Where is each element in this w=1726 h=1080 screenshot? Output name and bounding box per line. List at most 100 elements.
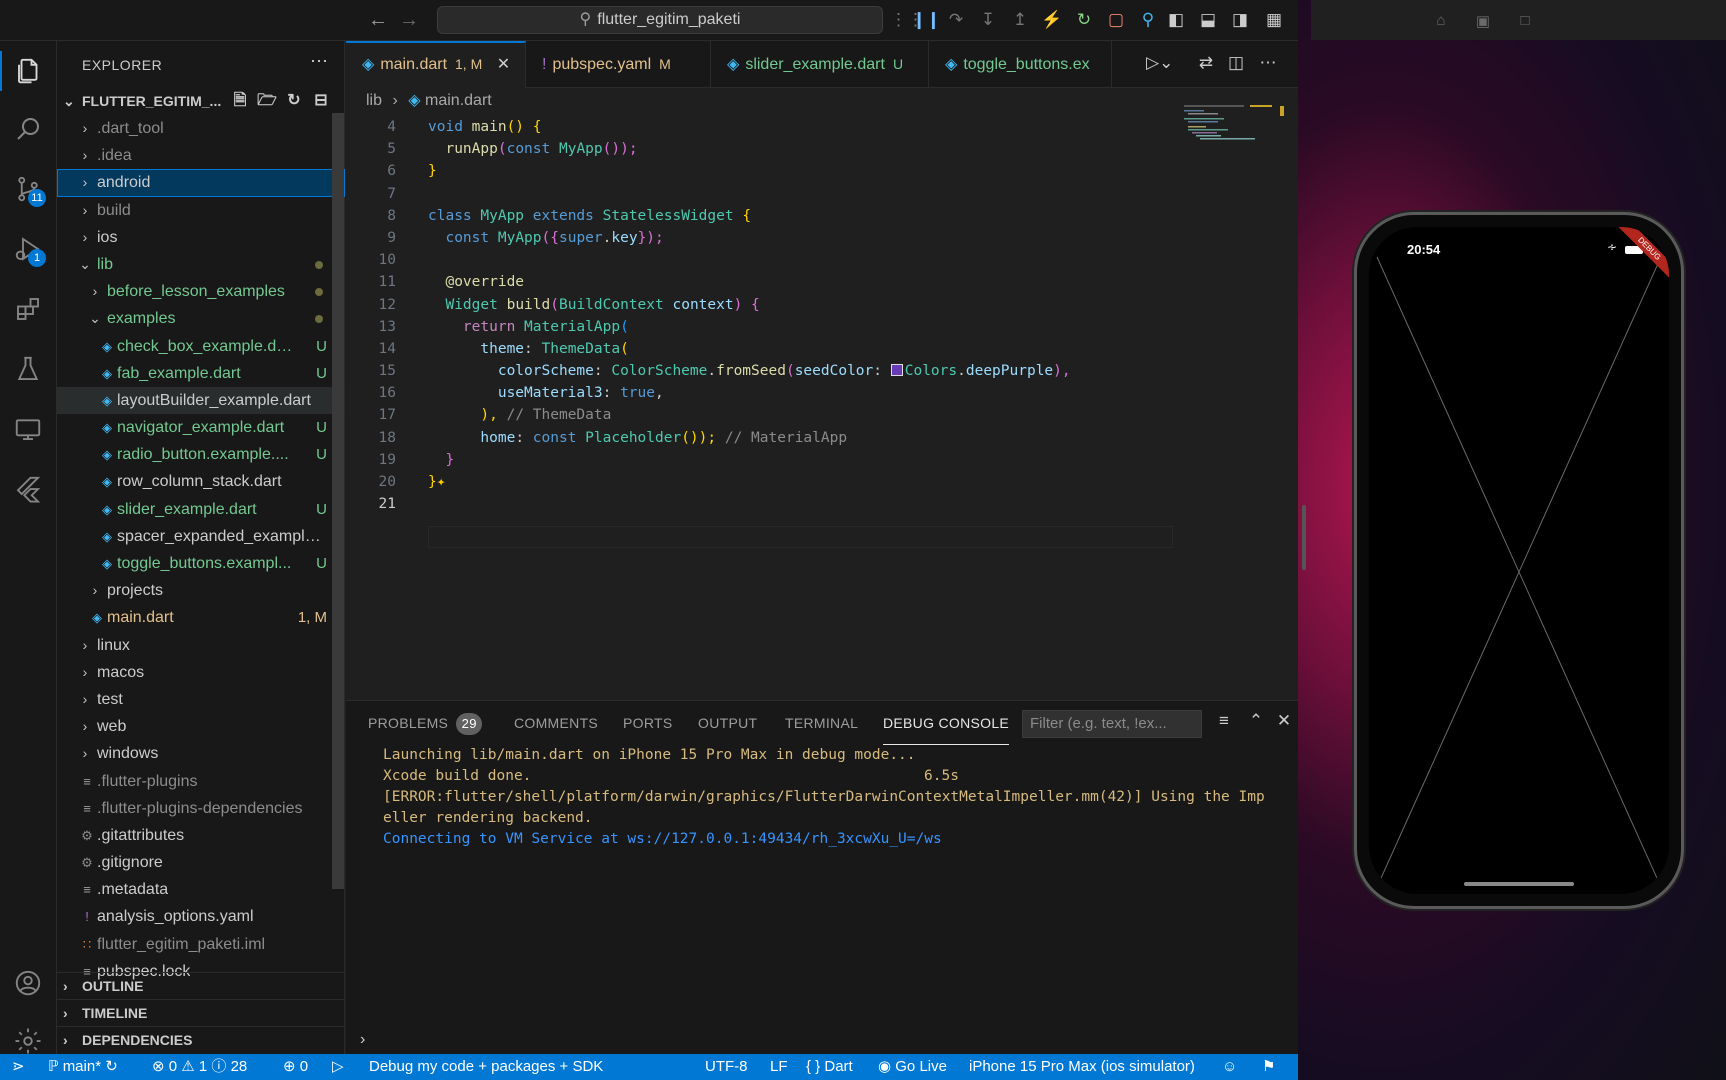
run-debug-icon[interactable]: 1 [8, 229, 48, 269]
rotate-icon[interactable]: □ [1515, 12, 1535, 32]
file-row[interactable]: ◈ slider_example.dart U [57, 496, 345, 523]
window-splitter-handle[interactable] [1302, 505, 1306, 570]
folder-row[interactable]: ⌄ examples [57, 305, 345, 332]
tab-debug-console[interactable]: DEBUG CONSOLE [883, 701, 1010, 745]
tab-comments[interactable]: COMMENTS [514, 701, 598, 745]
sparkle-icon[interactable]: ✦ [437, 474, 446, 490]
folder-row[interactable]: › linux [57, 632, 345, 659]
run-dropdown-icon[interactable]: ▷⌄ [1146, 53, 1173, 77]
tab-main-dart[interactable]: ◈ main.dart 1, M ✕ [346, 41, 526, 88]
remote-explorer-icon[interactable] [8, 409, 48, 449]
file-row[interactable]: ◈ toggle_buttons.exampl... U [57, 550, 345, 577]
folder-row[interactable]: › projects [57, 577, 345, 604]
devtools-icon[interactable]: ⚲ [1136, 8, 1160, 32]
back-arrow-icon[interactable]: ← [366, 8, 390, 32]
eol-status[interactable]: LF [770, 1054, 788, 1080]
step-over-icon[interactable]: ↷ [944, 8, 968, 32]
maximize-panel-icon[interactable]: ⌃ [1244, 711, 1268, 735]
home-indicator[interactable] [1464, 882, 1574, 886]
extensions-icon[interactable] [8, 289, 48, 329]
tab-terminal[interactable]: TERMINAL [785, 701, 858, 745]
file-row[interactable]: ◈ spacer_expanded_example.... [57, 523, 345, 550]
forward-arrow-icon[interactable]: → [397, 8, 421, 32]
copilot-icon[interactable]: ☺ [1222, 1054, 1237, 1080]
language-status[interactable]: { } Dart [806, 1054, 853, 1080]
ports-status[interactable]: ⊕ 0 [283, 1054, 308, 1080]
tab-output[interactable]: OUTPUT [698, 701, 757, 745]
folder-row[interactable]: › .dart_tool [57, 115, 345, 142]
clear-console-icon[interactable]: ≡ [1212, 711, 1236, 735]
restart-icon[interactable]: ↻ [1072, 8, 1096, 32]
file-row[interactable]: ◈ check_box_example.dart U [57, 333, 345, 360]
tab-toggle-buttons[interactable]: ◈ toggle_buttons.ex [929, 41, 1112, 88]
testing-icon[interactable] [8, 349, 48, 389]
tab-problems[interactable]: PROBLEMS 29 [368, 701, 483, 745]
minimap[interactable] [1184, 103, 1284, 163]
file-row[interactable]: ⚙ .gitignore [57, 849, 345, 876]
file-row[interactable]: ◈ layoutBuilder_example.dart [57, 386, 345, 415]
file-row[interactable]: ◈ row_column_stack.dart [57, 468, 345, 495]
flutter-icon[interactable] [8, 469, 48, 509]
split-editor-icon[interactable]: ◫ [1224, 53, 1248, 77]
hot-reload-icon[interactable]: ⚡ [1040, 8, 1064, 32]
breadcrumb-folder[interactable]: lib [366, 92, 382, 109]
file-row[interactable]: ◈ radio_button.example.... U [57, 441, 345, 468]
tab-ports[interactable]: PORTS [623, 701, 672, 745]
accounts-icon[interactable] [8, 963, 48, 1003]
toggle-primary-sidebar-icon[interactable]: ◧ [1164, 8, 1188, 32]
compare-changes-icon[interactable]: ⇄ [1194, 53, 1218, 77]
command-center-search[interactable]: ⚲ flutter_egitim_paketi [437, 6, 883, 34]
console-filter-input[interactable]: Filter (e.g. text, !ex... [1022, 710, 1202, 738]
customize-layout-icon[interactable]: ▦ [1262, 8, 1286, 32]
debug-mode-status[interactable]: Debug my code + packages + SDK [369, 1054, 603, 1080]
file-row[interactable]: ◈ navigator_example.dart U [57, 414, 345, 441]
sidebar-scrollbar[interactable] [332, 113, 344, 889]
timeline-section[interactable]: › TIMELINE [57, 999, 345, 1026]
collapse-all-icon[interactable]: ⊟ [310, 88, 332, 114]
home-icon[interactable]: ⌂ [1431, 12, 1451, 32]
folder-row[interactable]: › test [57, 686, 345, 713]
editor-more-icon[interactable]: ⋯ [1256, 53, 1280, 77]
step-into-icon[interactable]: ↧ [976, 8, 1000, 32]
new-file-icon[interactable]: 🗎 [229, 88, 251, 114]
search-icon[interactable] [8, 109, 48, 149]
tab-pubspec-yaml[interactable]: ! pubspec.yaml M [526, 41, 711, 88]
file-row[interactable]: ∷ flutter_egitim_paketi.iml [57, 931, 345, 958]
folder-row[interactable]: › android [57, 169, 345, 197]
folder-row[interactable]: › ios [57, 224, 345, 251]
new-folder-icon[interactable]: 🗁 [256, 88, 278, 114]
drag-handle-icon[interactable]: ⋮⋮ [890, 8, 924, 32]
tab-slider-example[interactable]: ◈ slider_example.dart U [711, 41, 929, 88]
phone-screen[interactable]: 20:54 ∻ DEBUG [1369, 227, 1669, 894]
file-row[interactable]: ⚙ .gitattributes [57, 822, 345, 849]
toggle-secondary-sidebar-icon[interactable]: ◨ [1228, 8, 1252, 32]
file-row[interactable]: ! analysis_options.yaml [57, 903, 345, 930]
source-control-icon[interactable]: 11 [8, 169, 48, 209]
code-editor[interactable]: 4 void main() { 5 runApp(const MyApp()); … [346, 116, 1176, 656]
folder-row[interactable]: › before_lesson_examples [57, 278, 345, 305]
file-row[interactable]: ≡ .flutter-plugins-dependencies [57, 795, 345, 822]
outline-section[interactable]: › OUTLINE [57, 972, 345, 999]
folder-row[interactable]: › windows [57, 740, 345, 767]
debug-config-icon[interactable]: ▷ [332, 1054, 344, 1080]
folder-row[interactable]: › build [57, 197, 345, 224]
file-row[interactable]: ≡ .metadata [57, 876, 345, 903]
color-swatch[interactable] [890, 364, 903, 377]
explorer-icon[interactable] [0, 51, 48, 91]
file-row[interactable]: ◈ fab_example.dart U [57, 360, 345, 387]
screenshot-icon[interactable]: ▣ [1473, 12, 1493, 32]
step-out-icon[interactable]: ↥ [1008, 8, 1032, 32]
project-root-header[interactable]: ⌄ FLUTTER_EGITIM_... 🗎 🗁 ↻ ⊟ [57, 88, 345, 114]
console-prompt-chevron-icon[interactable]: › [360, 1031, 365, 1049]
branch-status[interactable]: ℙ main* ↻ [48, 1054, 118, 1080]
toggle-panel-icon[interactable]: ⬓ [1196, 8, 1220, 32]
more-actions-icon[interactable]: ⋯ [310, 51, 328, 72]
device-status[interactable]: iPhone 15 Pro Max (ios simulator) [969, 1054, 1195, 1080]
pause-icon[interactable]: ❙❙ [912, 8, 941, 32]
file-row[interactable]: ◈ main.dart 1, M [57, 604, 345, 631]
notifications-bell-icon[interactable]: ⚑ [1262, 1054, 1275, 1080]
refresh-icon[interactable]: ↻ [283, 88, 305, 114]
folder-row[interactable]: ⌄ lib [57, 251, 345, 278]
remote-indicator-icon[interactable]: ⋗ [12, 1054, 25, 1080]
folder-row[interactable]: › .idea [57, 142, 345, 169]
